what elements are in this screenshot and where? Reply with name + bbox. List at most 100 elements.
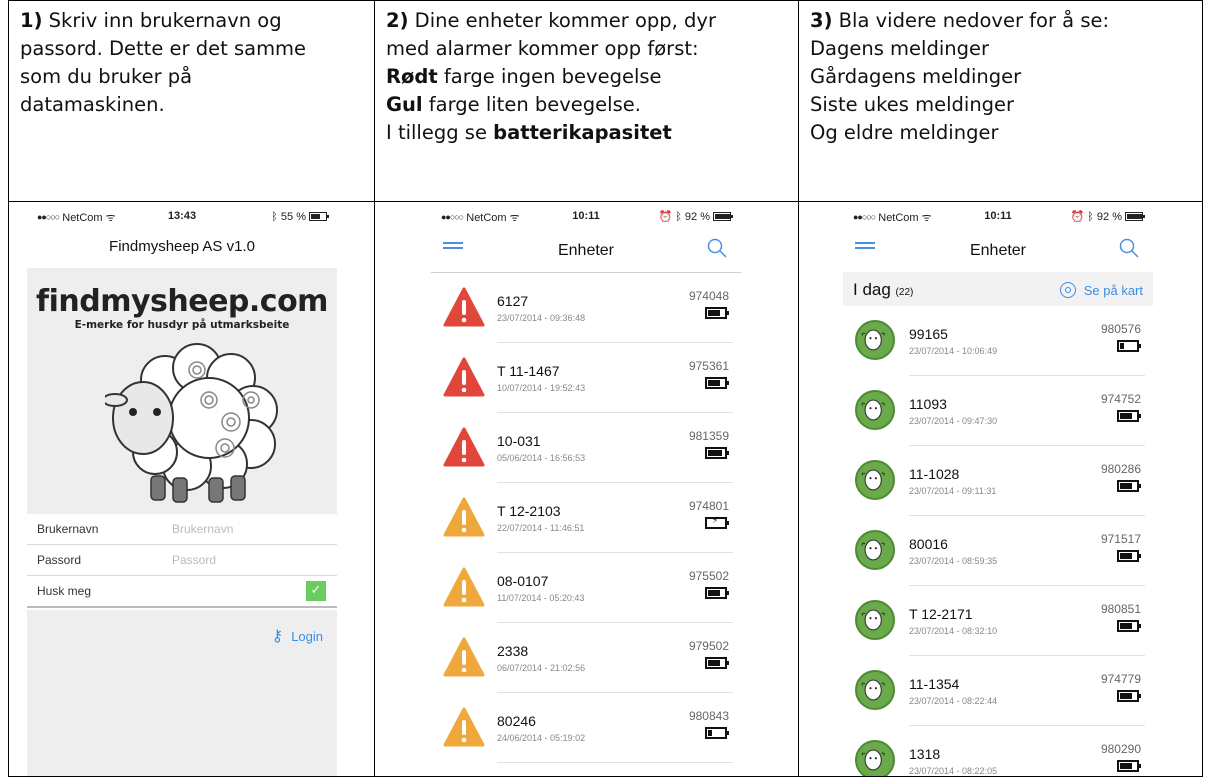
sheep-avatar-icon — [855, 600, 897, 640]
instruction-segment: Dine enheter kommer opp, dyr — [408, 9, 716, 32]
yellow-warning-icon — [443, 497, 485, 537]
logo-banner: findmysheep.com E-merke for husdyr på ut… — [27, 268, 337, 514]
username-input[interactable]: Brukernavn — [172, 522, 233, 536]
login-button[interactable]: ⚷ Login — [271, 626, 323, 645]
device-timestamp: 23/07/2014 - 08:32:10 — [909, 626, 998, 636]
battery-icon — [705, 727, 729, 739]
instruction-line: passord. Dette er det samme — [20, 35, 366, 63]
list-item[interactable]: 80016 23/07/2014 - 08:59:35 971517 — [843, 516, 1153, 586]
list-item[interactable]: 99165 23/07/2014 - 10:06:49 980576 — [843, 306, 1153, 376]
instruction-line: datamaskinen. — [20, 91, 366, 119]
sheep-face-icon — [855, 530, 895, 570]
login-label: Login — [291, 629, 323, 644]
instruction-line: som du bruker på — [20, 63, 366, 91]
today-list-screen: ●●○○○ NetCom ᯤ 10:11 ⏰ ᛒ 92 % Enheter I … — [843, 202, 1153, 776]
device-serial: 981359 — [688, 429, 729, 443]
instruction-segment: med alarmer kommer opp først: — [386, 37, 699, 60]
battery-icon — [1117, 760, 1141, 772]
bolt-icon: ⚡ — [712, 516, 719, 526]
device-serial: 974752 — [1100, 392, 1141, 406]
remember-label: Husk meg — [37, 584, 92, 598]
list-item[interactable]: 1318 23/07/2014 - 08:22:05 980290 — [843, 726, 1153, 776]
instruction-segment: som du bruker på — [20, 65, 193, 88]
battery-icon — [705, 447, 729, 459]
instruction-segment: Gårdagens meldinger — [810, 65, 1022, 88]
yellow-warning-icon — [443, 567, 485, 607]
status-bar: ●●○○○ NetCom ᯤ 13:43 ᛒ 55 % — [27, 210, 337, 226]
map-link[interactable]: Se på kart — [1059, 282, 1143, 298]
list-item[interactable]: 08-0107 11/07/2014 - 05:20:43 975502 — [431, 553, 741, 623]
device-serial: 980576 — [1100, 322, 1141, 336]
battery-percent: 92 % — [684, 211, 710, 223]
sheep-avatar-icon — [855, 460, 897, 500]
list-item[interactable]: 6127 23/07/2014 - 09:36:48 974048 — [431, 273, 741, 343]
device-timestamp: 23/07/2014 - 10:06:49 — [909, 346, 998, 356]
yellow-warning-icon — [443, 637, 485, 677]
instruction-segment: 1) — [20, 9, 43, 32]
list-item[interactable]: 11-1354 23/07/2014 - 08:22:44 974779 — [843, 656, 1153, 726]
sheep-avatar-icon — [855, 740, 897, 776]
list-item[interactable]: T 12-2103 22/07/2014 - 11:46:51 974801 ⚡ — [431, 483, 741, 553]
battery-icon — [1117, 620, 1141, 632]
instruction-segment: passord. Dette er det samme — [20, 37, 307, 60]
list-item[interactable]: T 12-2171 23/07/2014 - 08:32:10 980851 — [843, 586, 1153, 656]
app-title: Findmysheep AS v1.0 — [109, 238, 255, 255]
list-item[interactable]: 80246 24/06/2014 - 05:19:02 980843 — [431, 693, 741, 763]
battery-icon — [1117, 690, 1141, 702]
screenshot-cell-login: ●●○○○ NetCom ᯤ 13:43 ᛒ 55 % Findmysheep … — [8, 201, 375, 777]
device-serial: 974801 — [688, 499, 729, 513]
instruction-line: Siste ukes meldinger — [810, 91, 1194, 119]
device-serial: 979502 — [688, 639, 729, 653]
sheep-avatar-icon — [855, 530, 897, 570]
instruction-text-3: 3) Bla videre nedover for å se: Dagens me… — [799, 1, 1202, 201]
device-timestamp: 05/06/2014 - 16:56:53 — [497, 453, 586, 463]
battery-icon — [713, 212, 733, 221]
list-item[interactable]: 11-1028 23/07/2014 - 09:11:31 980286 — [843, 446, 1153, 516]
status-bar: ●●○○○ NetCom ᯤ 10:11 ⏰ ᛒ 92 % — [843, 210, 1153, 226]
instruction-cell-3: 3) Bla videre nedover for å se: Dagens me… — [798, 0, 1203, 202]
remember-row[interactable]: Husk meg ✓ — [27, 576, 337, 608]
device-serial: 980851 — [1100, 602, 1141, 616]
device-timestamp: 24/06/2014 - 05:19:02 — [497, 733, 586, 743]
instruction-line: Dagens meldinger — [810, 35, 1194, 63]
device-timestamp: 22/07/2014 - 11:46:51 — [497, 523, 585, 533]
instruction-cell-2: 2) Dine enheter kommer opp, dyr med alarm… — [374, 0, 799, 202]
screenshot-cell-today: ●●○○○ NetCom ᯤ 10:11 ⏰ ᛒ 92 % Enheter I … — [798, 201, 1203, 777]
search-icon[interactable] — [1119, 238, 1139, 258]
day-section-header: I dag (22) Se på kart — [843, 272, 1153, 306]
username-label: Brukernavn — [37, 522, 99, 536]
instruction-segment: datamaskinen. — [20, 93, 165, 116]
instruction-line: 2) Dine enheter kommer opp, dyr — [386, 7, 790, 35]
list-item[interactable]: 2338 06/07/2014 - 21:02:56 979502 — [431, 623, 741, 693]
alarm-list-screen: ●●○○○ NetCom ᯤ 10:11 ⏰ ᛒ 92 % Enheter 61… — [431, 202, 741, 776]
battery-icon — [309, 212, 329, 221]
instruction-line: Gårdagens meldinger — [810, 63, 1194, 91]
password-row[interactable]: Passord Passord — [27, 545, 337, 576]
bluetooth-icon: ᛒ — [675, 210, 682, 223]
status-bar: ●●○○○ NetCom ᯤ 10:11 ⏰ ᛒ 92 % — [431, 210, 741, 226]
device-timestamp: 23/07/2014 - 08:22:05 — [909, 766, 998, 776]
instruction-cell-1: 1) Skriv inn brukernavn og passord. Dette… — [8, 0, 375, 202]
device-timestamp: 23/07/2014 - 08:22:44 — [909, 696, 998, 706]
password-input[interactable]: Passord — [172, 553, 216, 567]
battery-percent: 55 % — [280, 211, 306, 223]
sheep-avatar-icon — [855, 670, 897, 710]
username-row[interactable]: Brukernavn Brukernavn — [27, 514, 337, 545]
yellow-warning-icon — [443, 707, 485, 747]
list-item[interactable]: 10-031 05/06/2014 - 16:56:53 981359 — [431, 413, 741, 483]
device-name: 11-1028 — [909, 466, 960, 482]
instruction-segment: batterikapasitet — [493, 121, 672, 144]
sheep-face-icon — [855, 600, 895, 640]
sheep-face-icon — [855, 460, 895, 500]
device-name: 2338 — [497, 643, 529, 659]
list-item[interactable]: 11093 23/07/2014 - 09:47:30 974752 — [843, 376, 1153, 446]
sheep-face-icon — [855, 320, 895, 360]
day-count: (22) — [895, 287, 914, 298]
list-item[interactable]: T 11-1467 10/07/2014 - 19:52:43 975361 — [431, 343, 741, 413]
logo-subtitle: E-merke for husdyr på utmarksbeite — [74, 319, 290, 331]
search-icon[interactable] — [707, 238, 727, 258]
sheep-avatar-icon — [855, 390, 897, 430]
instruction-segment: Rødt — [386, 65, 438, 88]
remember-checkbox[interactable]: ✓ — [306, 581, 326, 601]
sheep-avatar-icon — [855, 320, 897, 360]
